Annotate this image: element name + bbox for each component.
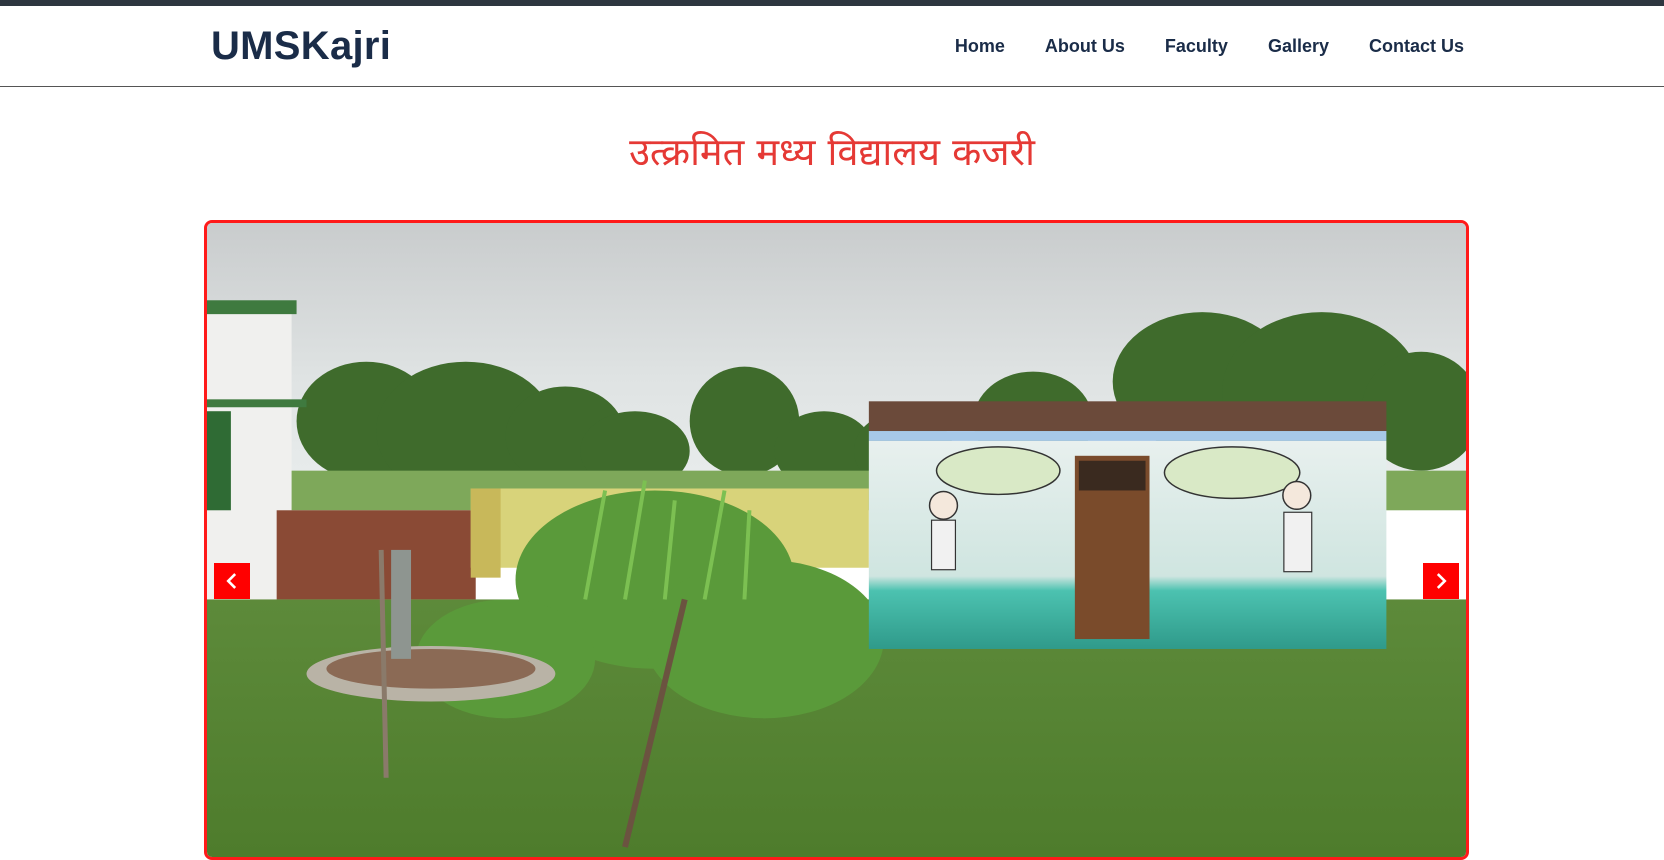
nav-faculty[interactable]: Faculty xyxy=(1165,36,1228,57)
chevron-left-icon xyxy=(226,573,237,589)
main-navigation: Home About Us Faculty Gallery Contact Us xyxy=(955,36,1464,57)
nav-home[interactable]: Home xyxy=(955,36,1005,57)
nav-about-us[interactable]: About Us xyxy=(1045,36,1125,57)
chevron-right-icon xyxy=(1436,573,1447,589)
slide-image xyxy=(207,223,1466,857)
nav-contact-us[interactable]: Contact Us xyxy=(1369,36,1464,57)
slider-prev-button[interactable] xyxy=(214,563,250,599)
image-slider xyxy=(204,220,1469,860)
slider-next-button[interactable] xyxy=(1423,563,1459,599)
site-header: UMSKajri Home About Us Faculty Gallery C… xyxy=(0,6,1664,87)
page-title: उत्क्रमित मध्य विद्यालय कजरी xyxy=(629,130,1035,174)
nav-gallery[interactable]: Gallery xyxy=(1268,36,1329,57)
site-logo-text[interactable]: UMSKajri xyxy=(211,24,391,69)
